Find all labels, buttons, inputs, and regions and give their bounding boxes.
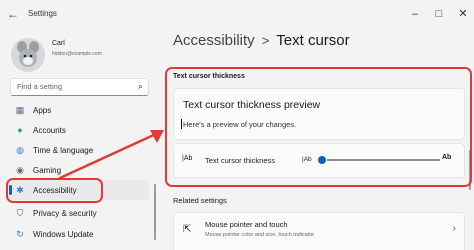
sidebar-item-label: Apps <box>33 106 52 115</box>
sidebar-item-time-language[interactable]: ◍ Time & language <box>6 140 149 160</box>
avatar-image <box>11 38 45 72</box>
window-title: Settings <box>28 9 57 18</box>
gaming-icon: ◉ <box>16 165 24 175</box>
apps-icon: ▦ <box>15 105 25 115</box>
sidebar-item-label: Time & language <box>33 146 94 155</box>
update-icon: ↻ <box>16 229 24 239</box>
maximize-button[interactable]: □ <box>430 5 448 23</box>
accounts-icon: ● <box>17 125 23 135</box>
user-email: hidden@example.com <box>52 51 102 57</box>
arrow-left-icon: ← <box>7 7 19 21</box>
sidebar-item-apps[interactable]: ▦ Apps <box>6 100 149 120</box>
close-button[interactable]: ✕ <box>454 5 472 23</box>
globe-icon: ◍ <box>16 145 24 155</box>
link-title: Mouse pointer and touch <box>205 220 288 229</box>
highlight-box-section <box>165 67 472 187</box>
search-placeholder: Find a setting <box>17 82 63 91</box>
page-title: Text cursor <box>276 32 350 49</box>
sidebar-item-label: Privacy & security <box>33 209 97 218</box>
sidebar-item-label: Accounts <box>33 126 66 135</box>
sidebar-item-accounts[interactable]: ● Accounts <box>6 120 149 140</box>
search-input[interactable]: Find a setting ⌕ <box>10 78 149 96</box>
highlight-box-accessibility <box>6 178 103 203</box>
user-name: Carl <box>52 40 65 47</box>
sidebar-item-label: Gaming <box>33 166 62 175</box>
sidebar-scrollbar[interactable] <box>154 184 156 240</box>
shield-icon: ⛉ <box>16 208 24 218</box>
link-description: Mouse pointer color and size, touch indi… <box>205 232 315 238</box>
sidebar-item-privacy-security[interactable]: ⛉ Privacy & security <box>6 203 149 223</box>
sidebar: Carl hidden@example.com Find a setting ⌕… <box>0 30 158 249</box>
title-bar: ← Settings – □ ✕ <box>0 0 474 30</box>
mouse-pointer-touch-link[interactable]: ⇱ Mouse pointer and touch Mouse pointer … <box>173 212 465 250</box>
back-button[interactable]: ← <box>4 6 22 22</box>
chevron-right-icon: › <box>452 223 456 234</box>
avatar[interactable] <box>11 38 45 72</box>
breadcrumb-parent[interactable]: Accessibility <box>173 32 255 49</box>
breadcrumb-separator: > <box>261 33 270 48</box>
mouse-pointer-icon: ⇱ <box>183 224 192 235</box>
minimize-button[interactable]: – <box>406 5 424 23</box>
sidebar-item-label: Windows Update <box>33 230 94 239</box>
sidebar-item-gaming[interactable]: ◉ Gaming <box>6 160 149 180</box>
breadcrumb: Accessibility > Text cursor <box>173 32 350 49</box>
related-settings-title: Related settings <box>173 196 227 205</box>
search-icon[interactable]: ⌕ <box>138 81 143 92</box>
sidebar-item-windows-update[interactable]: ↻ Windows Update <box>6 224 149 244</box>
